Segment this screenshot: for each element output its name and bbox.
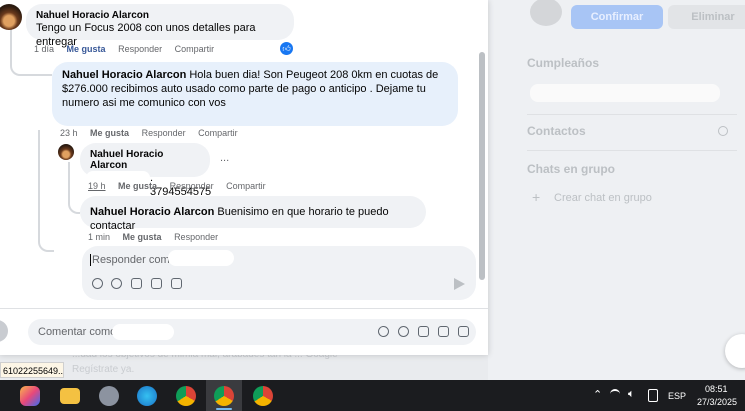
chrome-icon[interactable]: [214, 386, 234, 406]
file-explorer-icon[interactable]: [60, 388, 80, 404]
redacted-birthday: [530, 84, 720, 102]
windows-taskbar: ⌃ 🔈︎ ESP 08:51 27/3/2025: [0, 380, 745, 411]
comment-author[interactable]: Nahuel Horacio Alarcon: [90, 149, 200, 171]
reply-text: Nahuel Horacio Alarcon Hola buen dia! So…: [62, 68, 448, 110]
emoji-icon[interactable]: [398, 326, 409, 337]
chrome-icon[interactable]: [253, 386, 273, 406]
gif-icon[interactable]: [151, 278, 162, 289]
like-button[interactable]: Me gusta: [90, 128, 129, 138]
commenter-avatar[interactable]: [0, 4, 22, 30]
comment-time[interactable]: 19 h: [88, 181, 106, 191]
share-button[interactable]: Compartir: [226, 181, 266, 191]
comment-bubble: Nahuel Horacio Alarcon Buenisimo en que …: [80, 196, 426, 232]
clock-time[interactable]: 08:51: [705, 384, 728, 394]
redacted-name: [112, 324, 174, 340]
delete-button[interactable]: Eliminar: [668, 5, 745, 29]
reply-actions: 23 h Me gusta Responder Compartir: [60, 128, 248, 138]
reply-author[interactable]: Nahuel Horacio Alarcon: [62, 69, 186, 81]
contacts-heading: Contactos: [527, 124, 586, 138]
like-reaction-icon[interactable]: 👍︎: [280, 42, 293, 55]
active-indicator: [216, 408, 232, 410]
like-button[interactable]: Me gusta: [67, 44, 106, 54]
url-tooltip: 61022255649...: [0, 362, 64, 378]
reply-button[interactable]: Responder: [142, 128, 186, 138]
copilot-icon[interactable]: [20, 386, 40, 406]
comment-text: Nahuel Horacio Alarcon Buenisimo en que …: [90, 205, 416, 233]
camera-icon[interactable]: [131, 278, 142, 289]
commenter-avatar[interactable]: [58, 144, 74, 160]
comment-bubble: Nahuel Horacio Alarcon Tengo un Focus 20…: [26, 4, 294, 48]
reply-button[interactable]: Responder: [118, 44, 162, 54]
emoji-icon[interactable]: [111, 278, 122, 289]
current-user-avatar: [0, 320, 8, 342]
like-button[interactable]: Me gusta: [118, 181, 157, 191]
divider: [527, 114, 737, 115]
comment-bubble: Nahuel Horacio Alarcon . 3794554575: [80, 143, 211, 198]
reply-bubble: Nahuel Horacio Alarcon Hola buen dia! So…: [52, 62, 458, 126]
share-button[interactable]: Compartir: [198, 128, 238, 138]
plus-icon[interactable]: +: [532, 189, 540, 205]
clock-date[interactable]: 27/3/2025: [697, 397, 737, 407]
divider: [0, 308, 488, 309]
reply-button[interactable]: Responder: [170, 181, 214, 191]
battery-icon[interactable]: [648, 389, 658, 402]
language-indicator[interactable]: ESP: [668, 391, 686, 401]
sticker-icon[interactable]: [171, 278, 182, 289]
comment-actions: 19 h Me gusta Responder Compartir: [88, 181, 276, 191]
send-icon[interactable]: [454, 278, 465, 290]
thread-line: [68, 162, 80, 214]
post-modal: Nahuel Horacio Alarcon Tengo un Focus 20…: [0, 0, 488, 355]
reply-composer[interactable]: Responder como: [82, 246, 476, 300]
sticker-icon[interactable]: [458, 326, 469, 337]
search-icon[interactable]: [718, 126, 728, 136]
thread-line: [38, 130, 54, 252]
share-button[interactable]: Compartir: [175, 44, 215, 54]
comment-author[interactable]: Nahuel Horacio Alarcon: [90, 206, 214, 218]
gif-icon[interactable]: [438, 326, 449, 337]
create-group-chat[interactable]: Crear chat en grupo: [554, 192, 652, 204]
comment-author[interactable]: Nahuel Horacio Alarcon: [36, 10, 284, 21]
background-link[interactable]: Regístrate ya.: [72, 364, 134, 375]
confirm-button[interactable]: Confirmar: [571, 5, 663, 29]
avatar-sticker-icon[interactable]: [378, 326, 389, 337]
camera-icon[interactable]: [418, 326, 429, 337]
volume-icon[interactable]: 🔈︎: [628, 388, 635, 401]
edge-icon[interactable]: [137, 386, 157, 406]
scrollbar[interactable]: [479, 52, 485, 280]
comment-actions: 1 día Me gusta Responder Compartir: [34, 44, 224, 54]
chrome-icon[interactable]: [176, 386, 196, 406]
comment-composer[interactable]: Comentar como: [28, 319, 476, 345]
like-button[interactable]: Me gusta: [123, 232, 162, 242]
reply-input[interactable]: Responder como: [90, 254, 176, 266]
group-chats-heading: Chats en grupo: [527, 162, 616, 176]
more-options-button[interactable]: ...: [220, 152, 229, 164]
divider: [527, 150, 737, 151]
birthdays-heading: Cumpleaños: [527, 56, 600, 70]
comment-input[interactable]: Comentar como: [38, 326, 116, 338]
reply-time[interactable]: 23 h: [60, 128, 78, 138]
reply-button[interactable]: Responder: [174, 232, 218, 242]
app-icon[interactable]: [99, 386, 119, 406]
comment-actions: 1 min Me gusta Responder: [88, 232, 228, 242]
wifi-icon[interactable]: [610, 389, 620, 399]
chevron-up-icon[interactable]: ⌃: [593, 388, 602, 401]
redacted-name: [168, 250, 234, 266]
avatar-sticker-icon[interactable]: [92, 278, 103, 289]
comment-time[interactable]: 1 min: [88, 232, 110, 242]
friend-request-avatar: [530, 0, 562, 26]
comment-time[interactable]: 1 día: [34, 44, 54, 54]
